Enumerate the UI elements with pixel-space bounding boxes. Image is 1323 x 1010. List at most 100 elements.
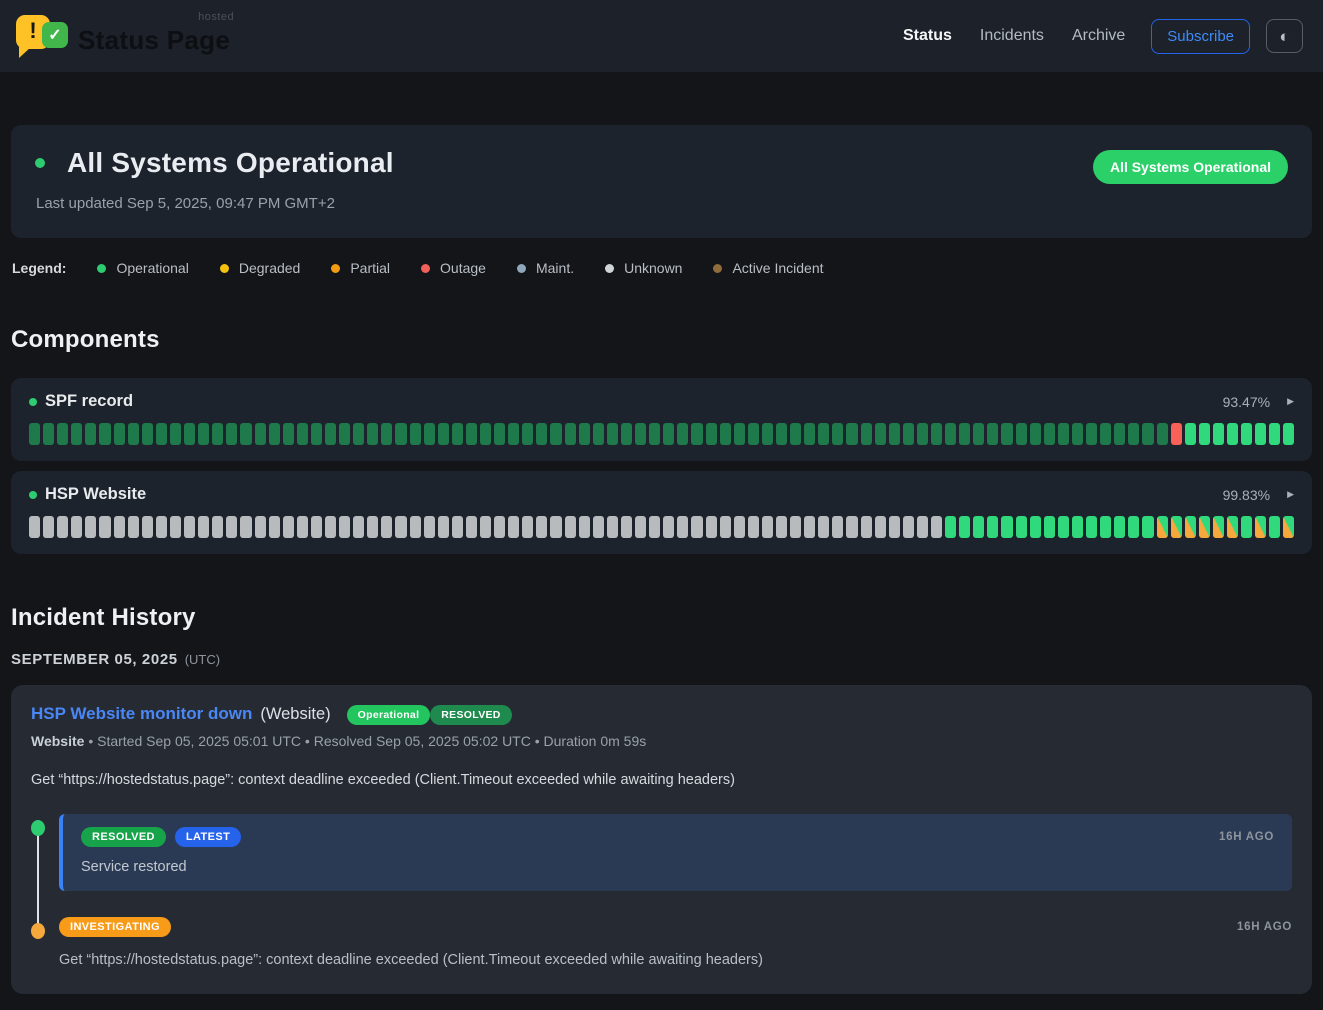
uptime-bar[interactable] (917, 516, 928, 538)
uptime-bar[interactable] (762, 516, 773, 538)
uptime-bar[interactable] (1114, 516, 1125, 538)
uptime-bar[interactable] (367, 423, 378, 445)
nav-status[interactable]: Status (903, 27, 952, 45)
incident-title-link[interactable]: HSP Website monitor down (31, 704, 252, 724)
uptime-bar[interactable] (903, 423, 914, 445)
uptime-bar[interactable] (1072, 423, 1083, 445)
subscribe-button[interactable]: Subscribe (1151, 19, 1250, 54)
uptime-bar[interactable] (1283, 516, 1294, 538)
uptime-bar[interactable] (1227, 423, 1238, 445)
uptime-bar[interactable] (240, 423, 251, 445)
uptime-bar[interactable] (790, 516, 801, 538)
expand-arrow-icon[interactable]: ▶ (1287, 489, 1294, 500)
uptime-bar[interactable] (832, 516, 843, 538)
uptime-bar[interactable] (212, 423, 223, 445)
uptime-bar[interactable] (565, 516, 576, 538)
uptime-bar[interactable] (945, 423, 956, 445)
uptime-bar[interactable] (99, 423, 110, 445)
uptime-bar[interactable] (452, 423, 463, 445)
uptime-bar[interactable] (635, 516, 646, 538)
uptime-bar[interactable] (875, 516, 886, 538)
uptime-bar[interactable] (184, 423, 195, 445)
uptime-bar[interactable] (353, 516, 364, 538)
uptime-bar[interactable] (734, 423, 745, 445)
uptime-bar[interactable] (635, 423, 646, 445)
uptime-bar[interactable] (1086, 423, 1097, 445)
uptime-bar[interactable] (410, 423, 421, 445)
uptime-bar[interactable] (395, 516, 406, 538)
uptime-bar[interactable] (889, 516, 900, 538)
uptime-bar[interactable] (762, 423, 773, 445)
uptime-bar[interactable] (508, 516, 519, 538)
uptime-bar[interactable] (395, 423, 406, 445)
uptime-bar[interactable] (846, 423, 857, 445)
uptime-bar[interactable] (691, 516, 702, 538)
uptime-bar[interactable] (184, 516, 195, 538)
uptime-bar[interactable] (720, 516, 731, 538)
uptime-bar[interactable] (1199, 423, 1210, 445)
uptime-bar[interactable] (663, 423, 674, 445)
uptime-bar[interactable] (1030, 516, 1041, 538)
uptime-bar[interactable] (522, 516, 533, 538)
uptime-bar[interactable] (804, 423, 815, 445)
uptime-bar[interactable] (339, 516, 350, 538)
uptime-bar[interactable] (466, 423, 477, 445)
uptime-bar[interactable] (579, 423, 590, 445)
uptime-bar[interactable] (579, 516, 590, 538)
uptime-bar[interactable] (987, 423, 998, 445)
uptime-bar[interactable] (367, 516, 378, 538)
uptime-bar[interactable] (1114, 423, 1125, 445)
uptime-bar[interactable] (1100, 516, 1111, 538)
uptime-bar[interactable] (1283, 423, 1294, 445)
uptime-bar[interactable] (170, 516, 181, 538)
uptime-bar[interactable] (649, 516, 660, 538)
uptime-bar[interactable] (494, 423, 505, 445)
uptime-bar[interactable] (339, 423, 350, 445)
uptime-bar[interactable] (663, 516, 674, 538)
uptime-bar[interactable] (931, 516, 942, 538)
uptime-bar[interactable] (565, 423, 576, 445)
uptime-bar[interactable] (1171, 423, 1182, 445)
uptime-bar[interactable] (508, 423, 519, 445)
uptime-bar[interactable] (325, 423, 336, 445)
uptime-bar[interactable] (85, 423, 96, 445)
uptime-bar[interactable] (593, 516, 604, 538)
uptime-bar[interactable] (1213, 423, 1224, 445)
uptime-bar[interactable] (818, 516, 829, 538)
uptime-bar[interactable] (269, 516, 280, 538)
uptime-bar[interactable] (1044, 423, 1055, 445)
uptime-bar[interactable] (550, 423, 561, 445)
uptime-bar[interactable] (29, 423, 40, 445)
uptime-bar[interactable] (269, 423, 280, 445)
uptime-bar[interactable] (43, 423, 54, 445)
uptime-bar[interactable] (226, 516, 237, 538)
uptime-bar[interactable] (297, 516, 308, 538)
uptime-bar[interactable] (1241, 423, 1252, 445)
uptime-bar[interactable] (734, 516, 745, 538)
uptime-bar[interactable] (1227, 516, 1238, 538)
uptime-bar[interactable] (1058, 516, 1069, 538)
uptime-bar[interactable] (903, 516, 914, 538)
uptime-bar[interactable] (1086, 516, 1097, 538)
nav-incidents[interactable]: Incidents (980, 27, 1044, 45)
uptime-bar[interactable] (1157, 516, 1168, 538)
uptime-bar[interactable] (1241, 516, 1252, 538)
uptime-bar[interactable] (917, 423, 928, 445)
uptime-bar[interactable] (1016, 516, 1027, 538)
uptime-bar[interactable] (128, 516, 139, 538)
uptime-bar[interactable] (804, 516, 815, 538)
uptime-bar[interactable] (720, 423, 731, 445)
uptime-bar[interactable] (283, 516, 294, 538)
uptime-bar[interactable] (381, 423, 392, 445)
nav-archive[interactable]: Archive (1072, 27, 1125, 45)
uptime-bar[interactable] (1016, 423, 1027, 445)
uptime-bar[interactable] (621, 516, 632, 538)
uptime-bar[interactable] (706, 516, 717, 538)
uptime-bar[interactable] (466, 516, 477, 538)
uptime-bar[interactable] (790, 423, 801, 445)
uptime-bar[interactable] (1171, 516, 1182, 538)
uptime-bar[interactable] (156, 516, 167, 538)
uptime-bar[interactable] (1185, 516, 1196, 538)
uptime-bar[interactable] (593, 423, 604, 445)
uptime-bar[interactable] (142, 516, 153, 538)
